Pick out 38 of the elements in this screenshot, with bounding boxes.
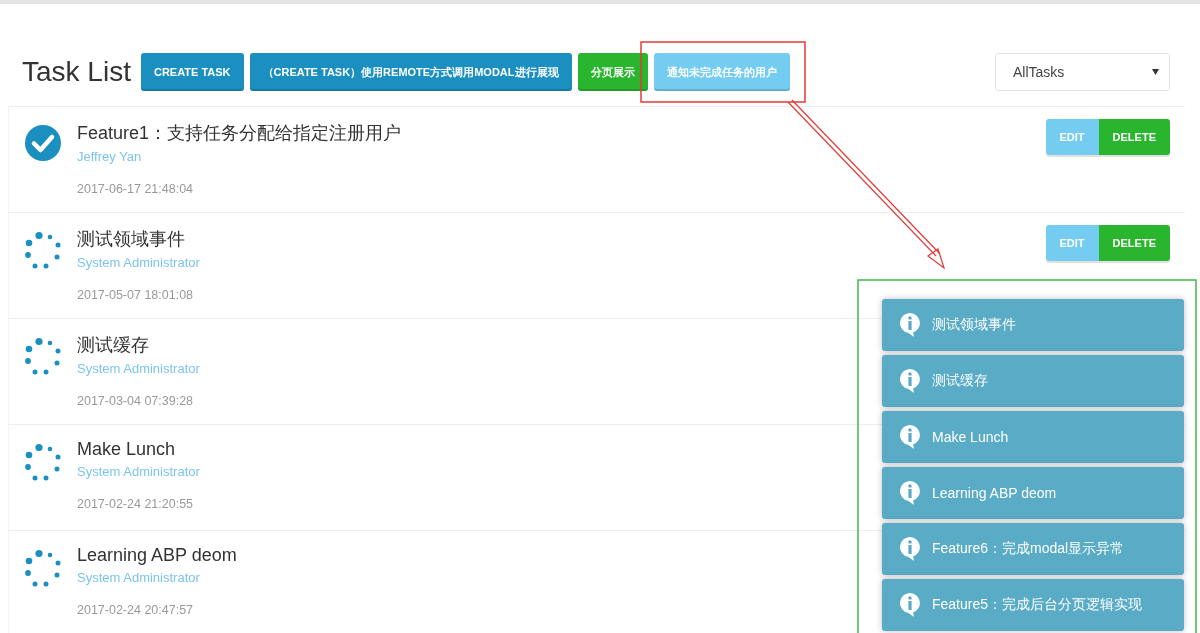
caret-icon: [1152, 69, 1159, 75]
info-icon: [900, 593, 920, 617]
notification-text: Make Lunch: [932, 429, 1009, 445]
info-icon: [900, 369, 920, 393]
notification-text: Learning ABP deom: [932, 485, 1057, 501]
task-assignee: System Administrator: [77, 570, 200, 585]
task-title: 测试领域事件: [77, 228, 185, 251]
info-icon: [900, 313, 920, 337]
task-assignee: System Administrator: [77, 255, 200, 270]
edit-button[interactable]: EDIT: [1045, 119, 1099, 155]
delete-button[interactable]: DELETE: [1098, 119, 1170, 155]
notification-text: Feature5：完成后台分页逻辑实现: [932, 596, 1143, 614]
info-icon: [900, 481, 920, 505]
notification-text: 测试缓存: [932, 372, 988, 390]
action-button[interactable]: 分页展示: [577, 53, 648, 91]
delete-button[interactable]: DELETE: [1098, 225, 1170, 261]
page-title: Task List: [22, 56, 131, 88]
action-button[interactable]: （CREATE TASK）使用REMOTE方式调用MODAL进行展现: [249, 53, 572, 91]
task-date: 2017-03-04 07:39:28: [77, 394, 194, 408]
task-assignee: System Administrator: [77, 464, 200, 479]
task-title: Learning ABP deom: [77, 545, 237, 566]
task-assignee: Jeffrey Yan: [77, 149, 142, 164]
task-date: 2017-05-07 18:01:08: [77, 288, 194, 302]
task-title: Make Lunch: [77, 439, 176, 460]
task-assignee: System Administrator: [77, 361, 200, 376]
notification-text: Feature6：完成modal显示异常: [932, 540, 1125, 558]
notification-text: 测试领域事件: [932, 316, 1016, 334]
task-title: Feature1：支持任务分配给指定注册用户: [77, 122, 402, 145]
task-date: 2017-06-17 21:48:04: [77, 182, 194, 196]
action-button[interactable]: CREATE TASK: [140, 53, 244, 91]
task-title: 测试缓存: [77, 334, 149, 357]
notify-button[interactable]: 通知未完成任务的用户: [653, 53, 790, 91]
edit-button[interactable]: EDIT: [1045, 225, 1099, 261]
filter-dropdown[interactable]: AllTasks: [995, 53, 1170, 91]
info-icon: [900, 425, 920, 449]
task-date: 2017-02-24 21:20:55: [77, 497, 194, 511]
task-date: 2017-02-24 20:47:57: [77, 603, 194, 617]
info-icon: [900, 537, 920, 561]
